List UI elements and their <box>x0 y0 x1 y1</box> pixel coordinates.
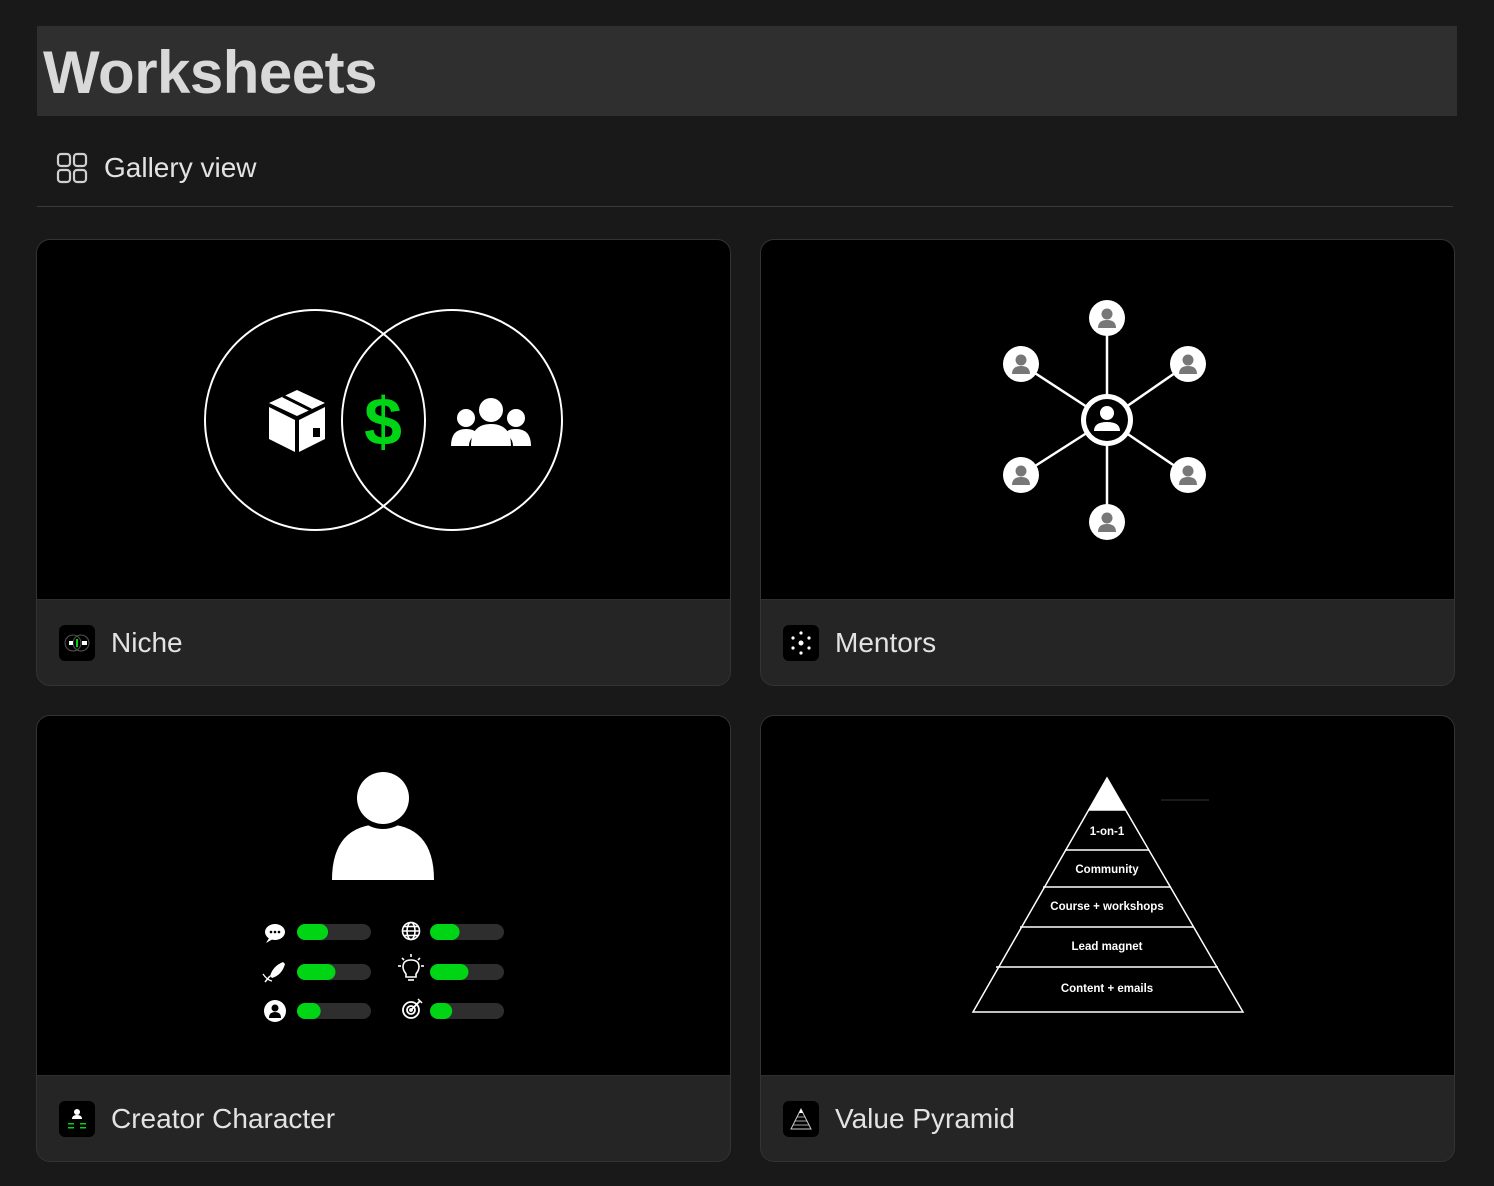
person-node-icon <box>1003 346 1039 382</box>
gallery-view-label: Gallery view <box>104 152 257 183</box>
card-footer: Niche <box>37 600 730 685</box>
card-title: Value Pyramid <box>835 1102 1016 1134</box>
creator-character-cover <box>37 716 730 1076</box>
stat-bar-fill <box>430 924 460 940</box>
card-title: Niche <box>111 626 183 658</box>
avatar-icon <box>332 767 434 880</box>
box-icon <box>269 390 325 452</box>
target-icon <box>402 998 423 1019</box>
person-node-icon <box>1089 504 1125 540</box>
gallery-card-creator-character[interactable]: Creator Character <box>36 715 731 1162</box>
gallery-card-niche[interactable]: $ Niche <box>36 239 731 686</box>
card-footer: Creator Character <box>37 1076 730 1161</box>
gallery-card-value-pyramid[interactable]: 1-on-1 Community Course + workshops Lead… <box>760 715 1455 1162</box>
venn-diagram-icon <box>59 624 95 661</box>
title-bar: Worksheets <box>37 26 1457 116</box>
card-title: Creator Character <box>111 1102 336 1134</box>
card-footer: Value Pyramid <box>761 1076 1454 1161</box>
character-icon <box>59 1100 95 1137</box>
person-icon <box>264 1000 286 1022</box>
stat-bar-fill <box>430 964 469 980</box>
pyramid-tier-label: Lead magnet <box>1072 941 1143 953</box>
network-icon <box>783 624 819 661</box>
pyramid-tier-label: Content + emails <box>1061 983 1153 995</box>
quill-pen-icon <box>262 962 285 983</box>
mentors-network-cover <box>761 240 1454 600</box>
niche-venn-cover: $ <box>37 240 730 600</box>
pyramid-icon <box>783 1100 819 1137</box>
group-icon <box>451 398 531 446</box>
person-node-icon <box>1089 300 1125 336</box>
center-person-icon <box>1081 394 1133 446</box>
stat-bar-fill <box>430 1003 453 1019</box>
stat-bar-fill <box>297 1003 321 1019</box>
pyramid-tier-label: Course + workshops <box>1050 901 1163 913</box>
card-title: Mentors <box>835 626 937 658</box>
stat-bar-fill <box>297 924 329 940</box>
stat-bar-fill <box>297 964 336 980</box>
pyramid-tier-label: 1-on-1 <box>1090 826 1125 838</box>
dollar-icon: $ <box>364 384 402 460</box>
page-title[interactable]: Worksheets <box>43 38 378 108</box>
person-node-icon <box>1170 457 1206 493</box>
value-pyramid-cover: 1-on-1 Community Course + workshops Lead… <box>761 716 1454 1076</box>
card-footer: Mentors <box>761 600 1454 685</box>
gallery-card-mentors[interactable]: Mentors <box>760 239 1455 686</box>
globe-icon <box>401 921 421 941</box>
gallery-grid-icon <box>56 152 88 184</box>
lightbulb-icon <box>398 954 424 981</box>
gallery-view-tab[interactable]: Gallery view <box>56 148 256 188</box>
speech-bubble-icon <box>265 924 285 943</box>
person-node-icon <box>1003 457 1039 493</box>
divider <box>37 206 1453 207</box>
pyramid-tier-label: Community <box>1075 864 1139 876</box>
person-node-icon <box>1170 346 1206 382</box>
